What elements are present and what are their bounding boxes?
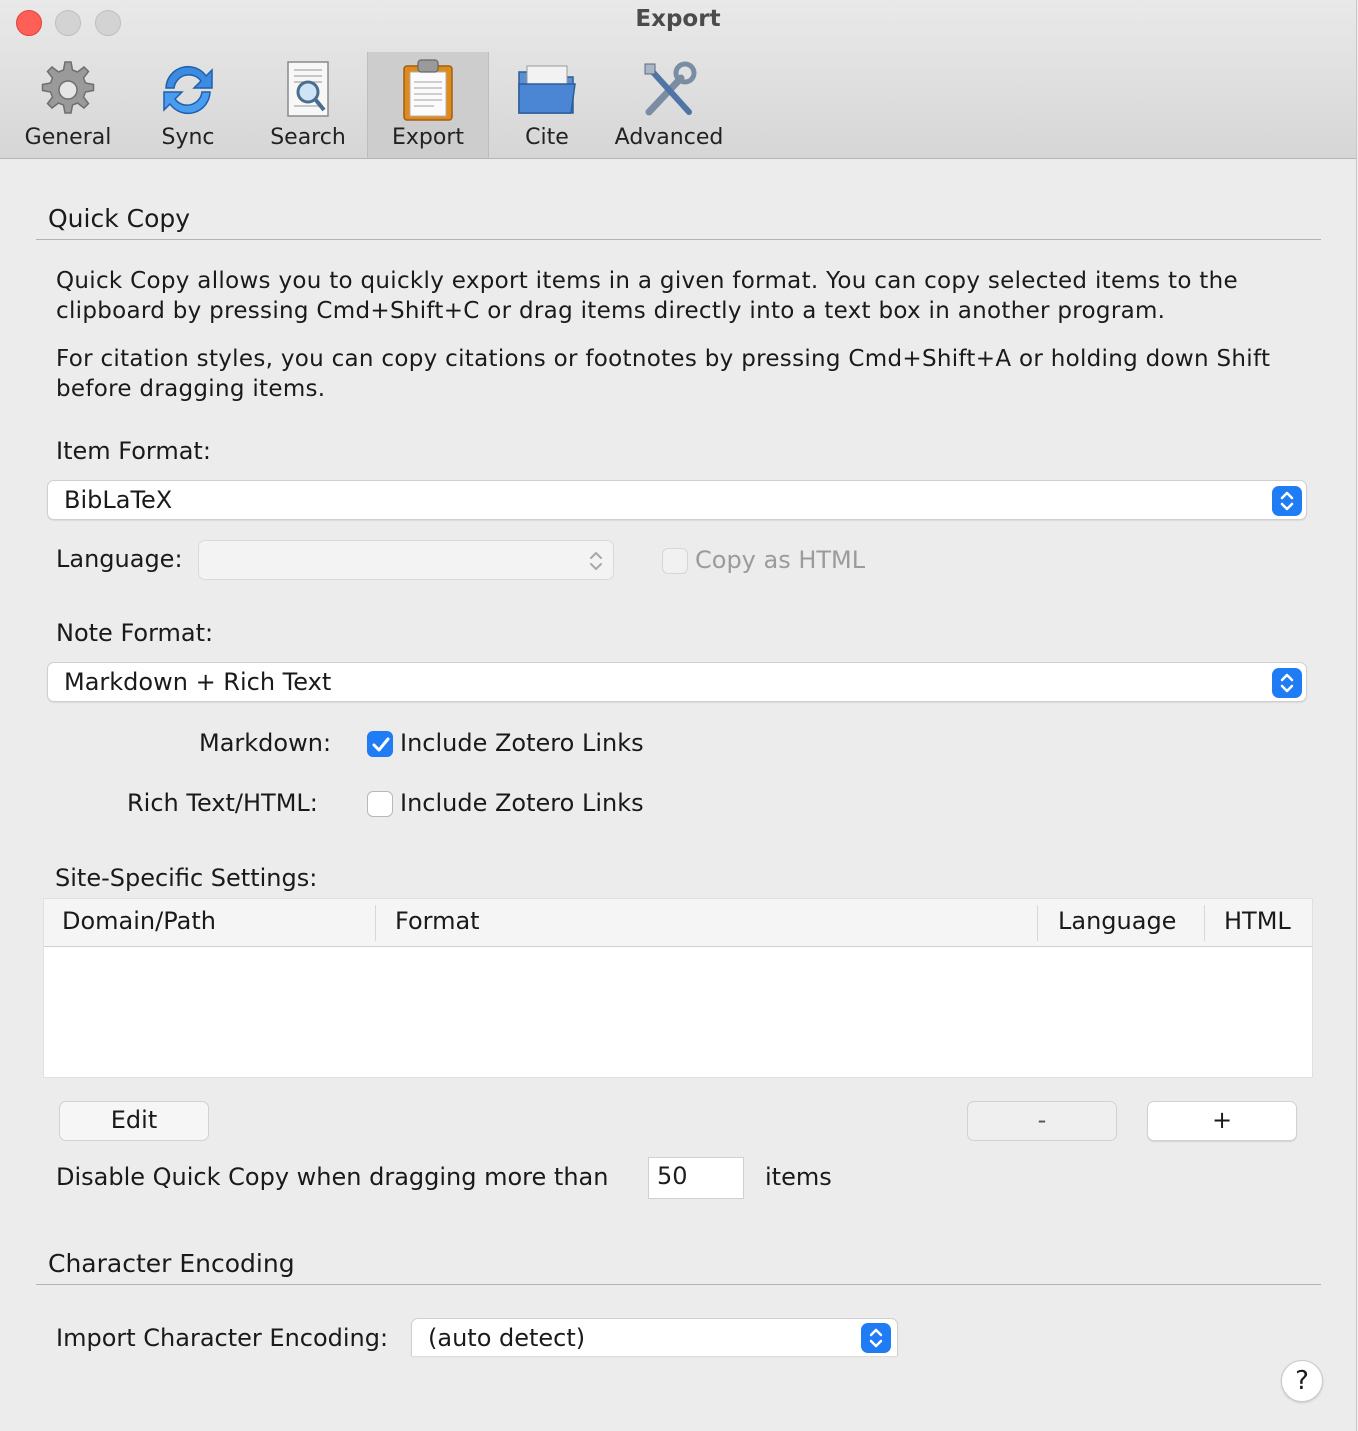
- site-specific-table[interactable]: Domain/Path Format Language HTML: [43, 898, 1313, 1078]
- clipboard-icon: [396, 58, 460, 122]
- note-format-label: Note Format:: [56, 619, 214, 647]
- tab-export-label: Export: [391, 125, 464, 150]
- quick-copy-description: Quick Copy allows you to quickly export …: [56, 266, 1286, 326]
- sync-icon: [156, 58, 220, 122]
- markdown-zotero-links-checkbox[interactable]: [367, 731, 393, 757]
- preferences-window: Export General Sync Search Export Cite A…: [0, 0, 1357, 1431]
- description-line: before dragging items.: [56, 376, 326, 402]
- remove-site-button[interactable]: -: [967, 1101, 1117, 1141]
- section-divider: [36, 239, 1321, 240]
- copy-as-html-checkbox[interactable]: [662, 548, 688, 574]
- import-encoding-select[interactable]: (auto detect): [411, 1318, 898, 1356]
- tools-icon: [637, 58, 701, 122]
- folder-icon: [515, 58, 579, 122]
- tab-sync[interactable]: Sync: [128, 52, 248, 158]
- chevron-updown-icon: [1272, 668, 1302, 698]
- richtext-zotero-links-label: Include Zotero Links: [400, 789, 644, 817]
- import-encoding-label: Import Character Encoding:: [56, 1324, 389, 1352]
- site-specific-title: Site-Specific Settings:: [55, 864, 318, 892]
- gear-icon: [36, 58, 100, 122]
- tab-advanced-label: Advanced: [614, 125, 724, 150]
- tab-cite[interactable]: Cite: [487, 52, 607, 158]
- window-title: Export: [635, 6, 721, 32]
- tab-export[interactable]: Export: [367, 52, 489, 158]
- markdown-label: Markdown:: [199, 729, 332, 757]
- section-divider: [36, 1284, 1321, 1285]
- checkmark-icon: [372, 737, 390, 752]
- drag-limit-suffix: items: [765, 1163, 832, 1191]
- tab-advanced[interactable]: Advanced: [607, 52, 731, 158]
- edit-button[interactable]: Edit: [59, 1101, 209, 1141]
- note-format-select[interactable]: Markdown + Rich Text: [47, 662, 1307, 702]
- rich-text-label: Rich Text/HTML:: [127, 789, 318, 817]
- chevron-updown-icon: [581, 546, 611, 576]
- column-separator: [375, 905, 376, 941]
- chevron-updown-icon: [1272, 486, 1302, 516]
- description-line: clipboard by pressing Cmd+Shift+C or dra…: [56, 298, 1166, 324]
- tab-sync-label: Sync: [161, 125, 215, 150]
- title-toolbar: Export General Sync Search Export Cite A…: [0, 0, 1356, 159]
- tab-cite-label: Cite: [525, 125, 569, 150]
- column-header-html[interactable]: HTML: [1224, 907, 1291, 935]
- search-document-icon: [276, 58, 340, 122]
- tab-general-label: General: [24, 125, 112, 150]
- tab-search-label: Search: [270, 125, 346, 150]
- column-separator: [1037, 905, 1038, 941]
- table-header: Domain/Path Format Language HTML: [44, 899, 1312, 947]
- import-encoding-value: (auto detect): [428, 1324, 586, 1352]
- drag-limit-label: Disable Quick Copy when dragging more th…: [56, 1163, 609, 1191]
- column-header-language[interactable]: Language: [1058, 907, 1176, 935]
- item-format-label: Item Format:: [56, 437, 211, 465]
- note-format-value: Markdown + Rich Text: [64, 668, 332, 696]
- item-format-select[interactable]: BibLaTeX: [47, 480, 1307, 520]
- citation-description: For citation styles, you can copy citati…: [56, 344, 1286, 404]
- language-label: Language:: [56, 545, 183, 573]
- add-site-button[interactable]: +: [1147, 1101, 1297, 1141]
- markdown-zotero-links-label: Include Zotero Links: [400, 729, 644, 757]
- chevron-updown-icon: [861, 1323, 891, 1353]
- item-format-value: BibLaTeX: [64, 486, 173, 514]
- tab-general[interactable]: General: [8, 52, 128, 158]
- tab-search[interactable]: Search: [248, 52, 368, 158]
- language-select[interactable]: [198, 540, 614, 580]
- character-encoding-title: Character Encoding: [48, 1249, 295, 1278]
- column-header-format[interactable]: Format: [395, 907, 480, 935]
- richtext-zotero-links-checkbox[interactable]: [367, 791, 393, 817]
- copy-as-html-label: Copy as HTML: [695, 546, 866, 574]
- help-button[interactable]: ?: [1281, 1360, 1323, 1402]
- column-header-domain[interactable]: Domain/Path: [62, 907, 216, 935]
- column-separator: [1204, 905, 1205, 941]
- drag-limit-input[interactable]: 50: [648, 1157, 744, 1199]
- description-line: For citation styles, you can copy citati…: [56, 346, 1271, 372]
- description-line: Quick Copy allows you to quickly export …: [56, 268, 1238, 294]
- quick-copy-title: Quick Copy: [48, 204, 191, 233]
